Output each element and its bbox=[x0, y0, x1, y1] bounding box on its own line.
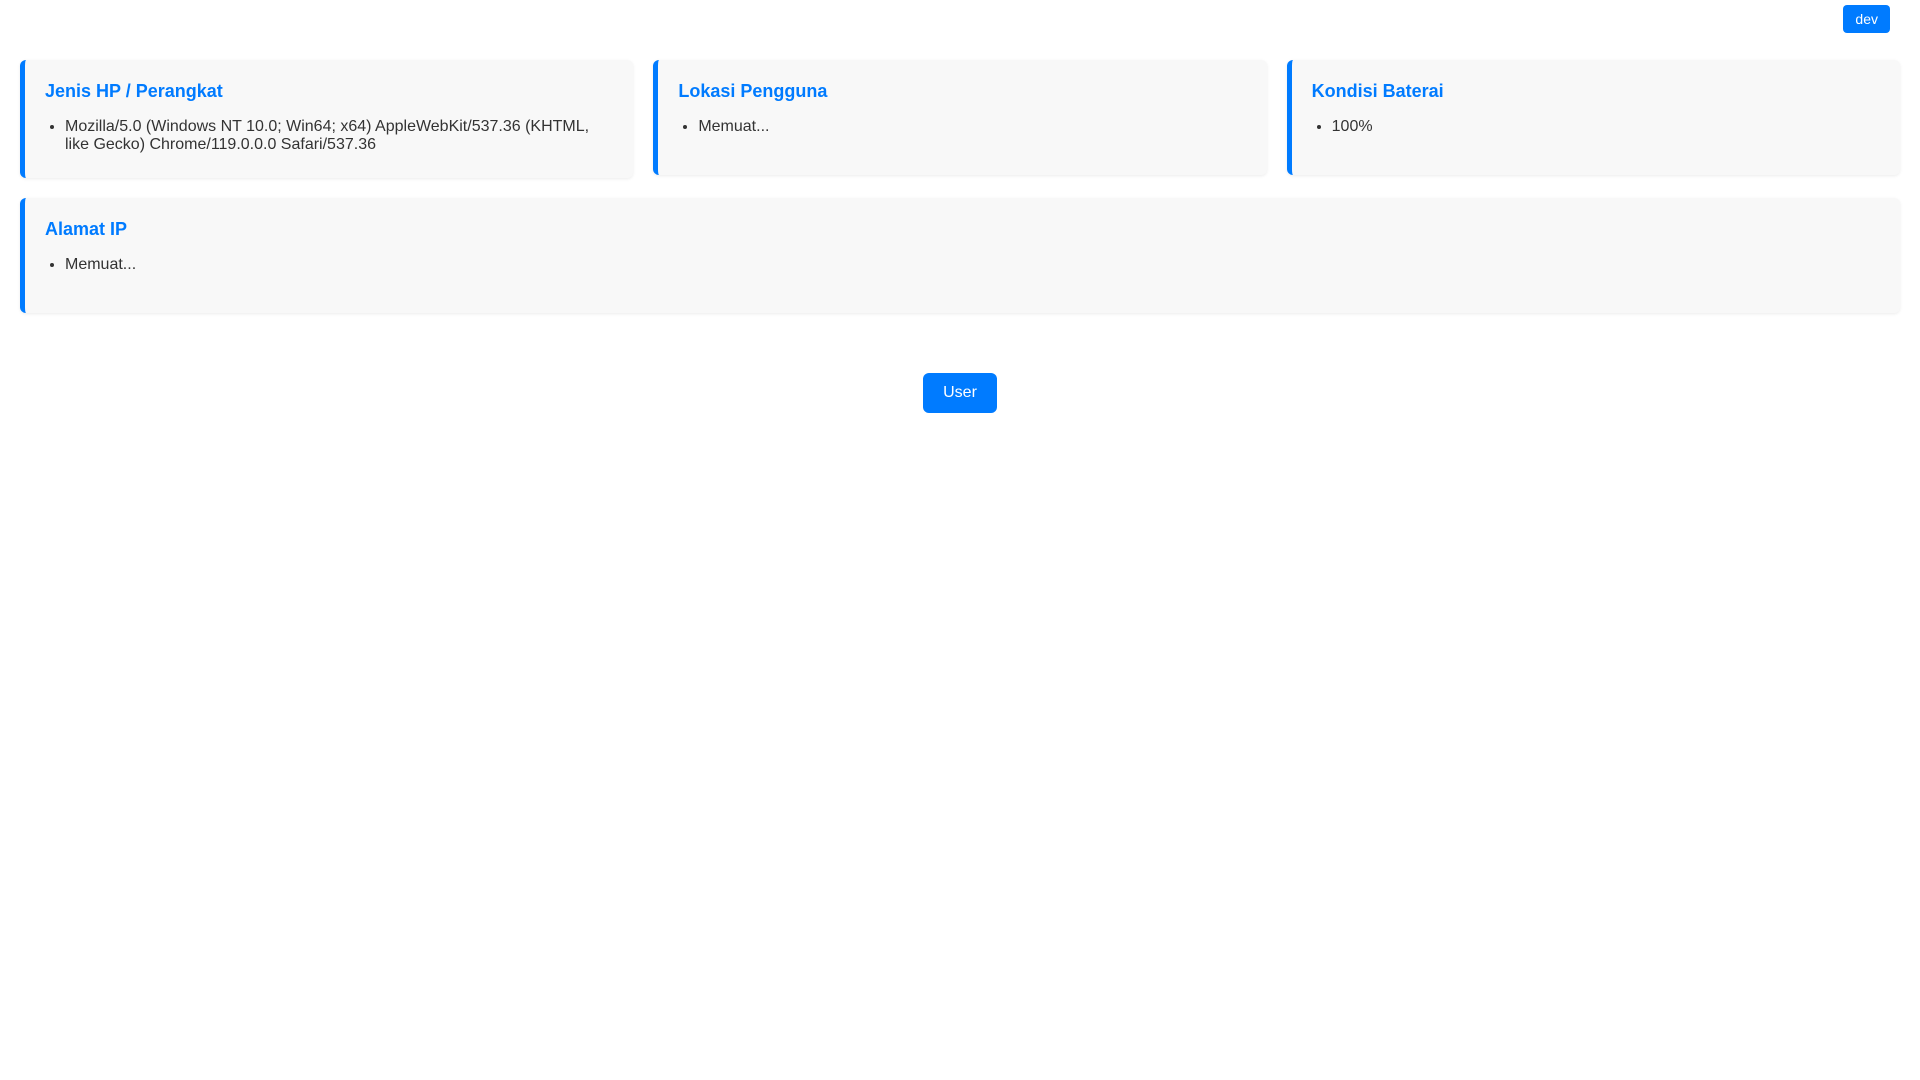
user-button-container: User bbox=[20, 373, 1900, 413]
location-value: Memuat... bbox=[698, 118, 1246, 136]
battery-list: 100% bbox=[1312, 118, 1880, 136]
device-list: Mozilla/5.0 (Windows NT 10.0; Win64; x64… bbox=[45, 118, 613, 154]
dev-button[interactable]: dev bbox=[1843, 5, 1890, 33]
user-button[interactable]: User bbox=[923, 373, 997, 413]
ip-card-title: Alamat IP bbox=[45, 219, 128, 239]
device-user-agent: Mozilla/5.0 (Windows NT 10.0; Win64; x64… bbox=[65, 118, 613, 154]
battery-card: Kondisi Baterai 100% bbox=[1286, 60, 1900, 175]
location-card: Lokasi Pengguna Memuat... bbox=[653, 60, 1267, 175]
location-list: Memuat... bbox=[678, 118, 1246, 136]
ip-value: Memuat... bbox=[65, 256, 1880, 274]
info-row-bottom: Alamat IP Memuat... bbox=[20, 198, 1900, 313]
location-card-title: Lokasi Pengguna bbox=[678, 81, 828, 101]
ip-card: Alamat IP Memuat... bbox=[20, 198, 1900, 313]
battery-card-title: Kondisi Baterai bbox=[1311, 81, 1444, 101]
battery-value: 100% bbox=[1332, 118, 1880, 136]
device-card: Jenis HP / Perangkat Mozilla/5.0 (Window… bbox=[20, 60, 634, 178]
ip-list: Memuat... bbox=[45, 256, 1880, 274]
device-card-title: Jenis HP / Perangkat bbox=[45, 81, 223, 101]
top-bar: dev bbox=[20, 0, 1900, 60]
page: dev Jenis HP / Perangkat Mozilla/5.0 (Wi… bbox=[0, 0, 1920, 1080]
info-row-top: Jenis HP / Perangkat Mozilla/5.0 (Window… bbox=[20, 60, 1900, 178]
